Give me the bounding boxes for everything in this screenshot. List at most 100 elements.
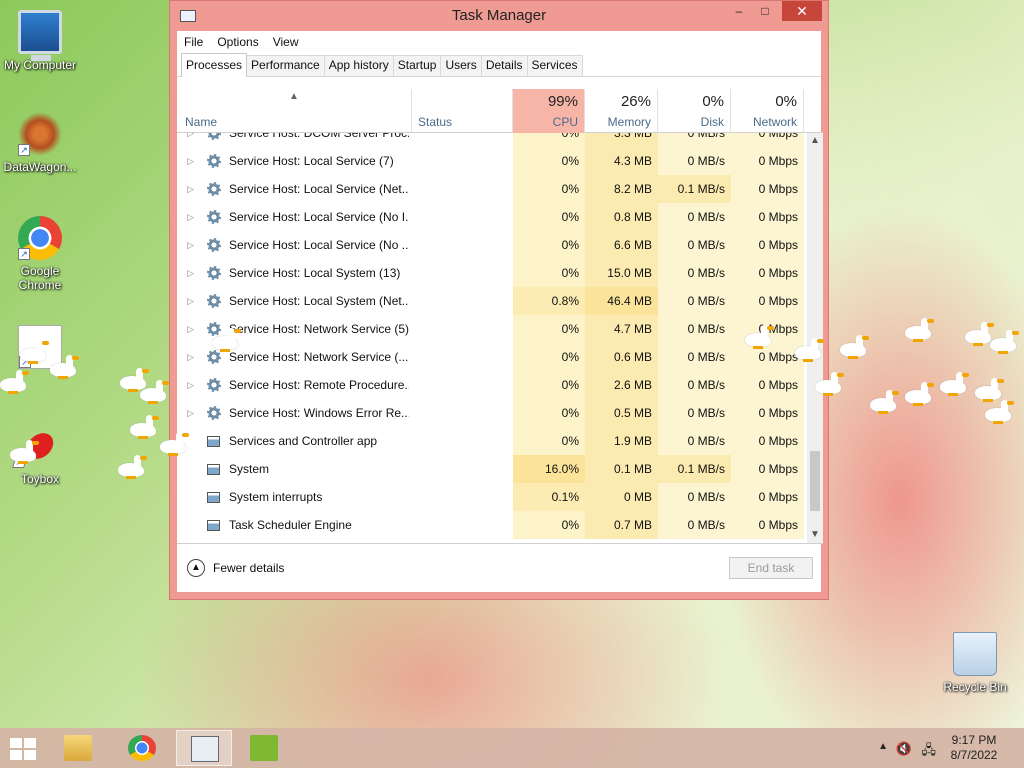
process-name: Service Host: Network Service (...	[229, 350, 409, 364]
column-header-network[interactable]: 0% Network	[731, 89, 804, 133]
taskbar-desktop-goose[interactable]	[236, 730, 292, 766]
tab-details[interactable]: Details	[480, 55, 528, 76]
process-memory: 0.5 MB	[585, 399, 658, 427]
process-name: Service Host: Local System (13)	[229, 266, 401, 280]
datawagon-icon: ↗	[18, 112, 62, 156]
taskbar-task-manager[interactable]	[176, 730, 232, 766]
table-row[interactable]: System interrupts 0.1% 0 MB 0 MB/s 0 Mbp…	[177, 483, 807, 511]
volume-muted-icon[interactable]: 🔇	[896, 741, 912, 757]
table-row[interactable]: Task Scheduler Engine 0% 0.7 MB 0 MB/s 0…	[177, 511, 807, 539]
expand-chevron-icon[interactable]: ▷	[187, 315, 197, 343]
footer-bar: ▲ Fewer details End task	[177, 543, 823, 594]
process-memory: 46.4 MB	[585, 287, 658, 315]
gear-icon	[207, 238, 221, 252]
desktop-icon-recycle-bin[interactable]: Recycle Bin	[935, 632, 1015, 694]
process-disk: 0 MB/s	[658, 399, 731, 427]
task-manager-window[interactable]: Task Manager – □ ✕ File Options View Pro…	[169, 0, 829, 600]
menu-view[interactable]: View	[273, 35, 299, 49]
desktop-icon-chrome[interactable]: ↗ Google Chrome	[0, 216, 80, 292]
expand-chevron-icon[interactable]: ▷	[187, 259, 197, 287]
column-label: Network	[752, 115, 797, 129]
table-row[interactable]: ▷ Service Host: Local System (Net... 0.8…	[177, 287, 807, 315]
close-button[interactable]: ✕	[782, 1, 822, 21]
process-cpu: 0%	[513, 427, 585, 455]
column-header-name[interactable]: ▲ Name	[177, 89, 412, 133]
process-disk: 0 MB/s	[658, 483, 731, 511]
scrollbar-thumb[interactable]	[810, 451, 820, 511]
table-row[interactable]: ▷ Service Host: Local Service (7) 0% 4.3…	[177, 147, 807, 175]
menu-file[interactable]: File	[184, 35, 203, 49]
fewer-details-label: Fewer details	[213, 561, 285, 575]
menu-options[interactable]: Options	[217, 35, 258, 49]
taskbar-file-explorer[interactable]	[50, 730, 106, 766]
show-hidden-icons-icon[interactable]: ▲	[878, 741, 888, 752]
table-row[interactable]: ▷ Service Host: DCOM Server Proc... 0% 3…	[177, 133, 807, 147]
table-row[interactable]: ▷ Service Host: Network Service (5) 0% 4…	[177, 315, 807, 343]
column-header-memory[interactable]: 26% Memory	[585, 89, 658, 133]
tab-processes[interactable]: Processes	[181, 53, 248, 77]
tab-performance[interactable]: Performance	[246, 55, 325, 76]
desktop-icon-my-computer[interactable]: My Computer	[0, 10, 80, 72]
process-memory: 0 MB	[585, 483, 658, 511]
table-row[interactable]: Services and Controller app 0% 1.9 MB 0 …	[177, 427, 807, 455]
column-header-status[interactable]: Status	[412, 89, 513, 133]
table-row[interactable]: ▷ Service Host: Local System (13) 0% 15.…	[177, 259, 807, 287]
goose-icon	[130, 415, 160, 439]
end-task-button[interactable]: End task	[729, 557, 813, 579]
start-button[interactable]	[10, 738, 38, 760]
expand-chevron-icon[interactable]: ▷	[187, 147, 197, 175]
minimize-button[interactable]: –	[726, 1, 752, 21]
process-disk: 0 MB/s	[658, 427, 731, 455]
taskbar-chrome[interactable]	[114, 730, 170, 766]
network-icon[interactable]: 🖧	[922, 741, 937, 763]
process-disk: 0.1 MB/s	[658, 175, 731, 203]
goose-icon	[975, 378, 1005, 402]
table-row[interactable]: ▷ Service Host: Network Service (... 0% …	[177, 343, 807, 371]
process-disk: 0 MB/s	[658, 147, 731, 175]
process-network: 0 Mbps	[731, 231, 804, 259]
table-row[interactable]: System 16.0% 0.1 MB 0.1 MB/s 0 Mbps	[177, 455, 807, 483]
expand-chevron-icon[interactable]: ▷	[187, 371, 197, 399]
table-row[interactable]: ▷ Service Host: Remote Procedure... 0% 2…	[177, 371, 807, 399]
windows-logo-icon	[10, 738, 22, 748]
table-row[interactable]: ▷ Service Host: Local Service (No I... 0…	[177, 203, 807, 231]
expand-chevron-icon[interactable]: ▷	[187, 231, 197, 259]
title-bar[interactable]: Task Manager – □ ✕	[170, 1, 828, 31]
goose-icon	[140, 380, 170, 404]
column-header-row: ▲ Name Status 99% CPU 26% Memory 0% Disk	[177, 89, 823, 133]
table-row[interactable]: ▷ Service Host: Local Service (No ... 0%…	[177, 231, 807, 259]
process-list[interactable]: ▷ Service Host: DCOM Server Proc... 0% 3…	[177, 133, 807, 543]
tab-app-history[interactable]: App history	[323, 55, 394, 76]
table-row[interactable]: ▷ Service Host: Windows Error Re... 0% 0…	[177, 399, 807, 427]
fewer-details-button[interactable]: ▲ Fewer details	[187, 559, 284, 577]
expand-chevron-icon[interactable]: ▷	[187, 175, 197, 203]
process-network: 0 Mbps	[731, 455, 804, 483]
process-cpu: 0%	[513, 399, 585, 427]
process-disk: 0 MB/s	[658, 259, 731, 287]
column-header-cpu[interactable]: 99% CPU	[513, 89, 585, 133]
scroll-up-arrow-icon[interactable]: ▲	[807, 133, 823, 149]
process-memory: 15.0 MB	[585, 259, 658, 287]
maximize-button[interactable]: □	[752, 1, 778, 21]
expand-chevron-icon[interactable]: ▷	[187, 203, 197, 231]
window-app-icon	[207, 464, 220, 475]
expand-chevron-icon[interactable]: ▷	[187, 133, 197, 147]
desktop-icon-datawagon[interactable]: ↗ DataWagon...	[0, 112, 80, 174]
clock-time: 9:17 PM	[951, 733, 997, 747]
expand-chevron-icon[interactable]: ▷	[187, 399, 197, 427]
cpu-total-percent: 99%	[547, 93, 578, 110]
tab-users[interactable]: Users	[440, 55, 482, 76]
column-label: CPU	[552, 115, 578, 129]
scroll-down-arrow-icon[interactable]: ▼	[807, 527, 823, 543]
goose-icon	[940, 372, 970, 396]
expand-chevron-icon[interactable]: ▷	[187, 343, 197, 371]
column-header-disk[interactable]: 0% Disk	[658, 89, 731, 133]
table-row[interactable]: ▷ Service Host: Local Service (Net... 0%…	[177, 175, 807, 203]
process-network: 0 Mbps	[731, 343, 804, 371]
clock[interactable]: 9:17 PM 8/7/2022	[944, 733, 1004, 763]
process-cpu: 0%	[513, 175, 585, 203]
expand-chevron-icon[interactable]: ▷	[187, 287, 197, 315]
tab-services[interactable]: Services	[526, 55, 583, 76]
process-network: 0 Mbps	[731, 427, 804, 455]
tab-startup[interactable]: Startup	[392, 55, 442, 76]
